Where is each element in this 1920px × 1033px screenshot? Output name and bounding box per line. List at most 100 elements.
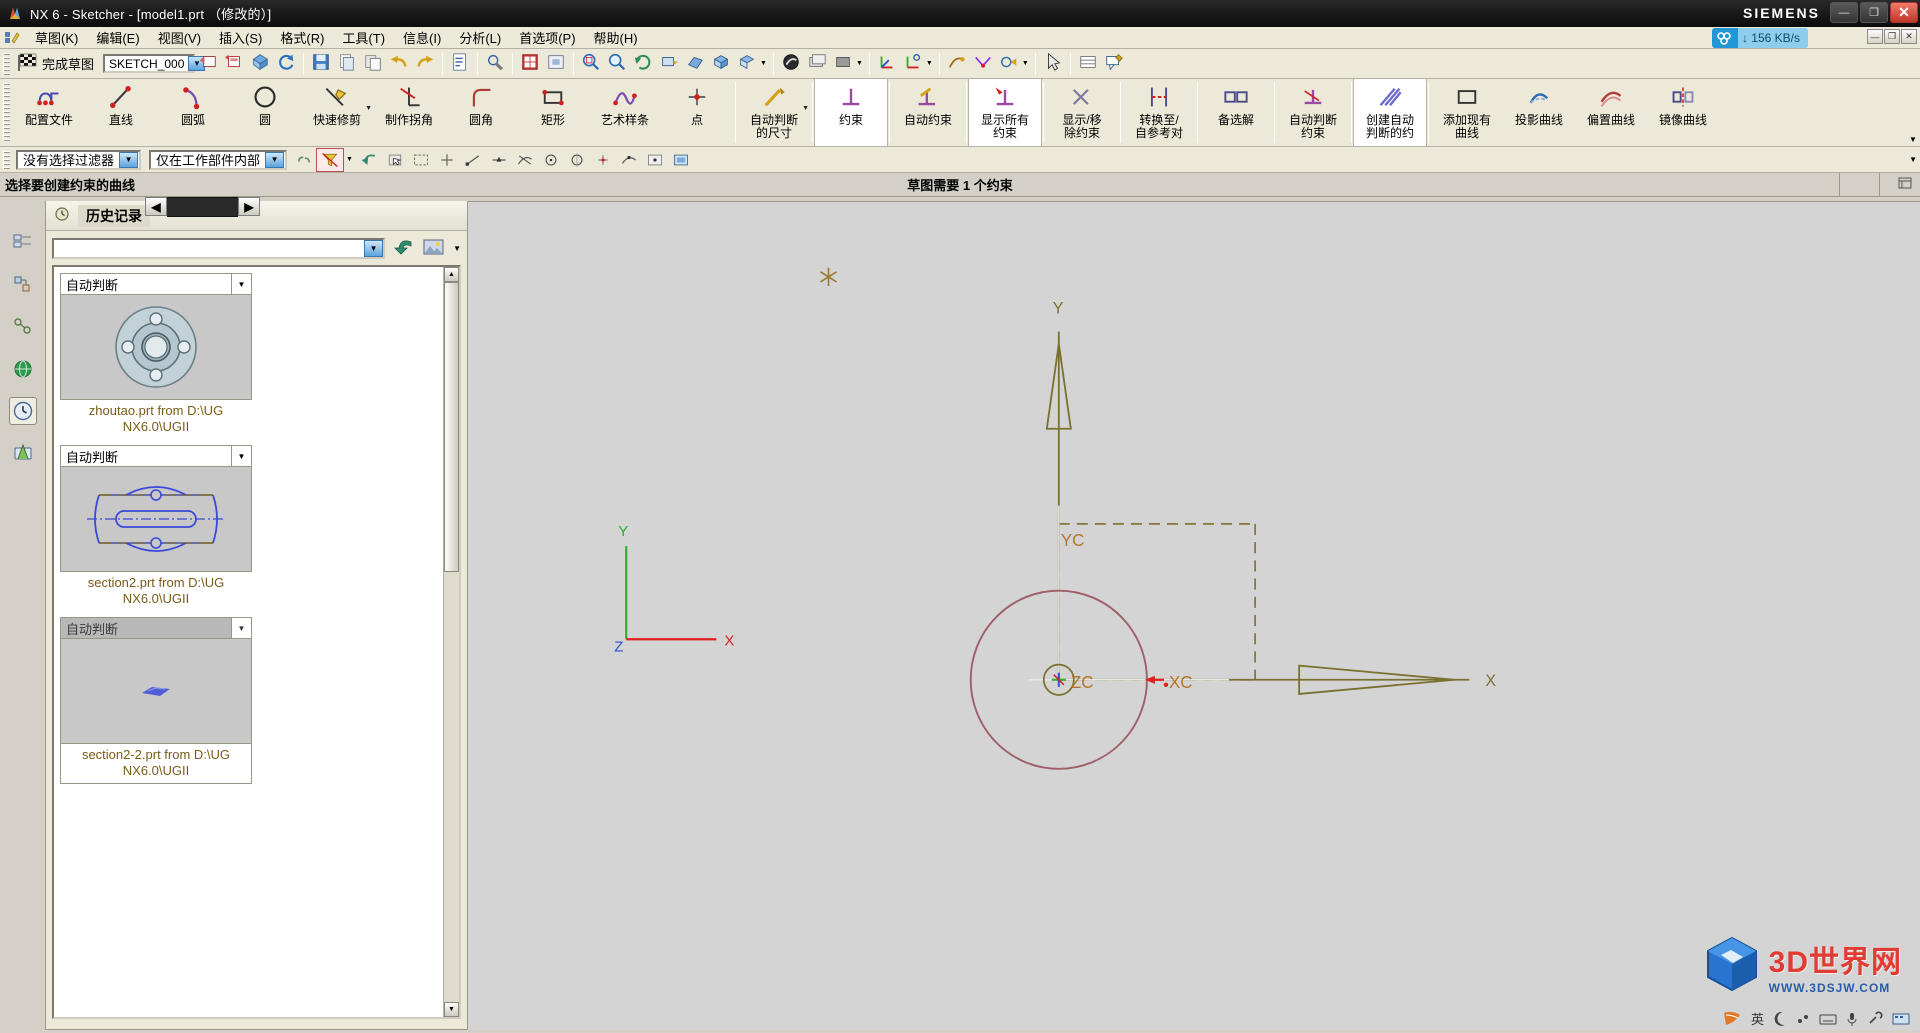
panel-collapse-left-button[interactable]: ◀ bbox=[145, 197, 167, 216]
perspective-button[interactable] bbox=[682, 51, 708, 77]
sketch-constraint3-button[interactable] bbox=[996, 51, 1022, 77]
ribbon-constraint-button[interactable]: 约束 bbox=[814, 79, 888, 146]
ribbon-arc-button[interactable]: 圆弧 bbox=[157, 79, 229, 146]
ribbon-inferred-constraints-button[interactable]: 自动判断 约束 bbox=[1277, 79, 1349, 146]
menu-edit[interactable]: 编辑(E) bbox=[87, 26, 148, 49]
refresh-button[interactable] bbox=[273, 51, 299, 77]
sketch-name-combo[interactable]: SKETCH_000 ▼ bbox=[103, 54, 206, 73]
filter-dropdown-caret[interactable]: ▼ bbox=[346, 156, 353, 163]
dynamic-wcs-button[interactable] bbox=[900, 51, 926, 77]
update-model-button[interactable] bbox=[247, 51, 273, 77]
undo-button[interactable] bbox=[386, 51, 412, 77]
rect-select-icon[interactable] bbox=[408, 149, 434, 171]
ribbon-point-button[interactable]: 点 bbox=[661, 79, 733, 146]
sketch-constraint2-button[interactable] bbox=[970, 51, 996, 77]
history-card-dropdown[interactable]: 自动判断 ▼ bbox=[60, 445, 252, 467]
rotate-button[interactable] bbox=[630, 51, 656, 77]
ribbon-overflow-button[interactable]: ▼ bbox=[1906, 79, 1920, 146]
toolbar-grip[interactable] bbox=[3, 52, 10, 75]
selection-arrow-button[interactable] bbox=[1040, 51, 1066, 77]
chevron-down-icon[interactable]: ▼ bbox=[265, 151, 285, 168]
part-navigator-icon[interactable] bbox=[9, 229, 37, 257]
menu-preferences[interactable]: 首选项(P) bbox=[510, 26, 584, 49]
ribbon-circle-button[interactable]: 圆 bbox=[229, 79, 301, 146]
menu-tools[interactable]: 工具(T) bbox=[333, 26, 394, 49]
snap-end-icon[interactable] bbox=[460, 149, 486, 171]
panel-resize-bar[interactable]: ◀ ▶ bbox=[145, 197, 260, 217]
finish-sketch-button[interactable]: 完成草图 bbox=[13, 51, 97, 77]
trimetric-view-button[interactable] bbox=[734, 51, 760, 77]
dot-icon[interactable] bbox=[1796, 1012, 1810, 1026]
information-button[interactable] bbox=[447, 51, 473, 77]
snap-point-icon[interactable] bbox=[434, 149, 460, 171]
wcs-button[interactable] bbox=[874, 51, 900, 77]
scrollbar-track[interactable] bbox=[444, 572, 459, 1002]
pan-button[interactable] bbox=[656, 51, 682, 77]
minimize-button[interactable]: — bbox=[1830, 2, 1858, 23]
dropdown-caret[interactable]: ▼ bbox=[856, 60, 863, 67]
roles-icon[interactable] bbox=[9, 439, 37, 467]
panel-resize-track[interactable] bbox=[167, 197, 238, 217]
orient-view-to-sketch-button[interactable] bbox=[221, 51, 247, 77]
history-list[interactable]: 自动判断 ▼ zhoutao.prt from D:\UG NX6.0\UGII 自动… bbox=[52, 265, 461, 1019]
menu-info[interactable]: 信息(I) bbox=[394, 26, 450, 49]
ribbon-auto-constraint-button[interactable]: 自动约束 bbox=[892, 79, 964, 146]
history-search-combo[interactable]: ▼ bbox=[52, 237, 386, 259]
render-style-button[interactable] bbox=[778, 51, 804, 77]
menu-insert[interactable]: 插入(S) bbox=[210, 26, 271, 49]
ime-toolbar[interactable]: 英 bbox=[1722, 1009, 1910, 1028]
moon-icon[interactable] bbox=[1773, 1011, 1787, 1027]
layer-settings-button[interactable] bbox=[804, 51, 830, 77]
filterbar-grip[interactable] bbox=[3, 150, 10, 169]
ribbon-grip[interactable] bbox=[3, 83, 10, 141]
snap-arc-center-icon[interactable] bbox=[538, 149, 564, 171]
ribbon-mirror-curve-button[interactable]: 镜像曲线 bbox=[1647, 79, 1719, 146]
history-card-thumbnail[interactable] bbox=[60, 467, 252, 572]
ribbon-rectangle-button[interactable]: 矩形 bbox=[517, 79, 589, 146]
ribbon-show-remove-constraints-button[interactable]: 显示/移 除约束 bbox=[1046, 79, 1118, 146]
mic-icon[interactable] bbox=[1846, 1011, 1858, 1027]
sketch-viewport[interactable]: Y X YC XC ZC Y X Z bbox=[468, 202, 1920, 1030]
menu-format[interactable]: 格式(R) bbox=[271, 26, 333, 49]
dropdown-caret[interactable]: ▼ bbox=[760, 60, 767, 67]
history-card-thumbnail[interactable] bbox=[60, 295, 252, 400]
ribbon-offset-curve-button[interactable]: 偏置曲线 bbox=[1575, 79, 1647, 146]
ribbon-profile-button[interactable]: 配置文件 bbox=[13, 79, 85, 146]
ribbon-convert-to-reference-button[interactable]: 转换至/ 自参考对 bbox=[1123, 79, 1195, 146]
ribbon-project-curve-button[interactable]: 投影曲线 bbox=[1503, 79, 1575, 146]
thumbnail-view-icon[interactable] bbox=[423, 238, 445, 259]
panel-collapse-right-button[interactable]: ▶ bbox=[238, 197, 260, 216]
history-card-thumbnail[interactable] bbox=[60, 639, 252, 744]
ime-mode-label[interactable]: 英 bbox=[1751, 1009, 1764, 1028]
scroll-up-button[interactable]: ▲ bbox=[444, 267, 459, 282]
history-scrollbar[interactable]: ▲ ▼ bbox=[443, 267, 459, 1017]
selection-bar-overflow[interactable]: ▼ bbox=[1909, 155, 1917, 164]
chevron-down-icon[interactable]: ▼ bbox=[231, 446, 251, 466]
ribbon-inferred-dimension-button[interactable]: 自动判断 的尺寸 ▼ bbox=[738, 79, 810, 146]
annotation-button[interactable] bbox=[1101, 51, 1127, 77]
menu-analysis[interactable]: 分析(L) bbox=[450, 26, 510, 49]
menu-help[interactable]: 帮助(H) bbox=[585, 26, 647, 49]
chinese-input-icon[interactable] bbox=[1722, 1010, 1742, 1028]
constraint-navigator-icon[interactable] bbox=[9, 313, 37, 341]
snap-quadrant-icon[interactable] bbox=[564, 149, 590, 171]
snap-mid-icon[interactable] bbox=[486, 149, 512, 171]
table-button[interactable] bbox=[1075, 51, 1101, 77]
history-card-dropdown[interactable]: 自动判断 ▼ bbox=[60, 617, 252, 639]
ribbon-add-existing-curve-button[interactable]: 添加现有 曲线 bbox=[1431, 79, 1503, 146]
ribbon-quick-trim-button[interactable]: 快速修剪 ▼ bbox=[301, 79, 373, 146]
copy-button[interactable] bbox=[360, 51, 386, 77]
close-button[interactable]: ✕ bbox=[1890, 2, 1918, 23]
select-face-icon[interactable] bbox=[382, 149, 408, 171]
ribbon-alternate-solution-button[interactable]: 备选解 bbox=[1200, 79, 1272, 146]
history-card[interactable]: 自动判断 ▼ section2.prt from D:\UG NX6.0\UGII bbox=[60, 445, 252, 607]
ribbon-dropdown-caret[interactable]: ▼ bbox=[802, 105, 809, 112]
zoom-window-button[interactable] bbox=[578, 51, 604, 77]
ribbon-show-all-constraints-button[interactable]: 显示所有 约束 bbox=[968, 79, 1042, 146]
chevron-down-icon[interactable]: ▼ bbox=[364, 239, 384, 257]
tools-icon[interactable] bbox=[1867, 1011, 1883, 1027]
selection-filter-combo[interactable]: 没有选择过滤器 ▼ bbox=[16, 149, 142, 170]
snap-existing-point-icon[interactable] bbox=[590, 149, 616, 171]
grid-toggle-button[interactable] bbox=[517, 51, 543, 77]
soft-keyboard-icon[interactable] bbox=[1892, 1012, 1910, 1026]
